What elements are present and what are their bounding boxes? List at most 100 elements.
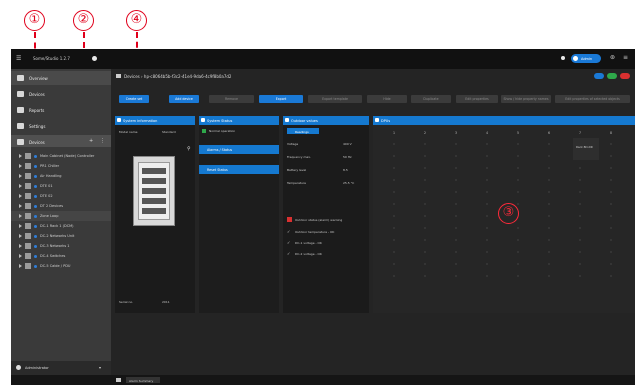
rack-card[interactable]: Rack 8D-DR: [573, 138, 599, 160]
grid-dot: [548, 215, 550, 217]
chevron-right-icon[interactable]: [19, 244, 22, 248]
chevron-right-icon[interactable]: [19, 234, 22, 238]
toolbar-button[interactable]: Add device: [169, 95, 199, 103]
grid-dot: [579, 227, 581, 229]
search-icon[interactable]: ⚲: [187, 146, 191, 152]
grid-dot: [610, 215, 612, 217]
chevron-right-icon[interactable]: [19, 164, 22, 168]
tree-item[interactable]: DT 2 Devices: [11, 201, 111, 211]
chevron-right-icon[interactable]: [19, 224, 22, 228]
tree-item[interactable]: DC-5 Cable / PDU: [11, 261, 111, 271]
reset-status-button[interactable]: Reset Status: [199, 165, 279, 174]
thermometer-icon: [285, 118, 289, 122]
check-row: Outdoor temperature - OK: [295, 230, 335, 234]
grid-dot: [517, 239, 519, 241]
chevron-right-icon[interactable]: [19, 264, 22, 268]
grid-dot: [486, 167, 488, 169]
user-chip-label: Admin: [581, 56, 593, 61]
tree-item[interactable]: Air Handling: [11, 171, 111, 181]
toolbar-button[interactable]: Edit properties: [456, 95, 498, 103]
notification-icon[interactable]: [561, 56, 565, 60]
device-node-icon: [25, 243, 31, 249]
chevron-right-icon[interactable]: [19, 254, 22, 258]
device-node-icon: [25, 223, 31, 229]
toolbar-button[interactable]: Remove: [209, 95, 254, 103]
status-ok-icon: [202, 129, 206, 133]
tree-item-label: Air Handling: [40, 174, 62, 178]
grid-dot: [486, 263, 488, 265]
sidebar-item-label: Devices: [29, 92, 45, 97]
panel-title: System Status: [207, 118, 233, 123]
toolbar-button[interactable]: Hide: [367, 95, 407, 103]
alarms-status-button[interactable]: Alarms / Status: [199, 145, 279, 154]
settings-nav-icon: [17, 123, 24, 129]
sidebar-item-devices[interactable]: Devices: [11, 87, 111, 101]
bottom-tab-alarm-summary[interactable]: Alarm Summary: [126, 377, 160, 383]
sidebar-footer[interactable]: Administrator ▾: [11, 361, 111, 375]
grid-dot: [517, 203, 519, 205]
grid-dot: [455, 227, 457, 229]
toolbar-button[interactable]: Export template: [308, 95, 362, 103]
sidebar-item-overview[interactable]: Overview: [11, 71, 111, 85]
tree-item[interactable]: DC-4 Switches: [11, 251, 111, 261]
user-avatar: [573, 56, 578, 61]
sidebar-item-settings[interactable]: Settings: [11, 119, 111, 133]
grid-column-header: 5: [517, 131, 519, 135]
rack-card-label: Rack 8D-DR: [576, 145, 593, 149]
panel-toggle-icon[interactable]: [116, 378, 121, 382]
grid-dot: [486, 227, 488, 229]
status-dot-icon: [34, 235, 37, 238]
tree-item-label: DTE 01: [40, 184, 53, 188]
user-chip[interactable]: Admin: [571, 54, 601, 63]
tree-item[interactable]: Main Cabinet (Node) Controller: [11, 151, 111, 161]
grid-dot: [579, 203, 581, 205]
tree-item[interactable]: DC-1 Rack 1 (DCM): [11, 221, 111, 231]
toolbar-button[interactable]: Show / hide property names: [501, 95, 551, 103]
chevron-right-icon[interactable]: [19, 204, 22, 208]
grid-dot: [610, 167, 612, 169]
toolbar-button[interactable]: Export: [259, 95, 303, 103]
grid-dot: [393, 179, 395, 181]
toolbar-button[interactable]: Duplicate: [411, 95, 451, 103]
grid-dot: [455, 179, 457, 181]
add-icon[interactable]: +: [89, 138, 93, 144]
tree-item[interactable]: DTE 02: [11, 191, 111, 201]
chevron-right-icon[interactable]: [19, 194, 22, 198]
sidebar-item-reports[interactable]: Reports: [11, 103, 111, 117]
grid-dot: [517, 167, 519, 169]
grid-dot: [610, 227, 612, 229]
grid-dot: [455, 155, 457, 157]
grid-column-header: 3: [455, 131, 457, 135]
device-node-icon: [25, 183, 31, 189]
tree-item[interactable]: PR1 Chiller: [11, 161, 111, 171]
tree-item[interactable]: DTE 01: [11, 181, 111, 191]
chevron-down-icon[interactable]: ▾: [99, 365, 101, 370]
grid-dot: [424, 203, 426, 205]
grid-dot: [424, 179, 426, 181]
more-icon[interactable]: ⋮: [100, 138, 105, 144]
toolbar-button[interactable]: Edit properties of selected objects: [555, 95, 630, 103]
tree-item[interactable]: DC-3 Networks 1: [11, 241, 111, 251]
help-icon[interactable]: ⊛: [610, 54, 615, 61]
tree-item[interactable]: DC-2 Networks Unit: [11, 231, 111, 241]
sidebar-item-label: Overview: [29, 76, 48, 81]
system-info-panel: System information Model name Standard ⚲…: [115, 116, 195, 313]
grid-dot: [517, 191, 519, 193]
check-row: DC-2 voltage - OK: [295, 252, 322, 256]
chevron-right-icon[interactable]: [19, 154, 22, 158]
grid-dot: [424, 239, 426, 241]
cabinet-image: [133, 156, 175, 226]
chevron-right-icon[interactable]: [19, 214, 22, 218]
sidebar-section-devices[interactable]: Devices + ⋮: [11, 135, 111, 147]
sidebar-item-label: Reports: [29, 108, 45, 113]
chevron-right-icon[interactable]: [19, 184, 22, 188]
grid-icon: [375, 118, 379, 122]
settings-icon[interactable]: ≡: [623, 54, 628, 61]
grid-dot: [548, 239, 550, 241]
toolbar-button[interactable]: Create set: [119, 95, 149, 103]
status-dot-icon: [34, 165, 37, 168]
grid-dot: [424, 155, 426, 157]
menu-icon[interactable]: ☰: [16, 55, 21, 62]
chevron-right-icon[interactable]: [19, 174, 22, 178]
tree-item[interactable]: Zone Loop: [11, 211, 111, 221]
